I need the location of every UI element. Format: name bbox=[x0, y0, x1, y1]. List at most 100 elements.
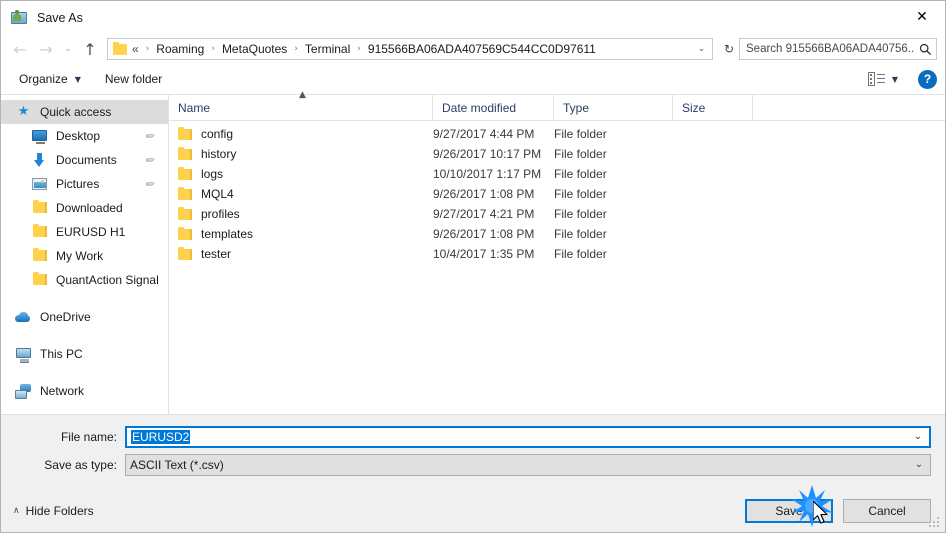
column-header-label: Date modified bbox=[442, 100, 517, 115]
breadcrumb-right: ⌄ bbox=[693, 44, 710, 54]
back-button[interactable]: ← bbox=[7, 36, 33, 62]
file-name-label: tester bbox=[201, 247, 232, 261]
sort-ascending-icon: ▲ bbox=[299, 90, 306, 100]
sidebar-item-this-pc[interactable]: This PC bbox=[1, 342, 168, 366]
pin-icon[interactable]: ✐ bbox=[142, 152, 157, 168]
new-folder-button[interactable]: New folder bbox=[101, 69, 170, 89]
column-header-size[interactable]: Size bbox=[673, 95, 753, 120]
sidebar-item-label: My Work bbox=[56, 249, 104, 263]
breadcrumb-item-metaquotes[interactable]: MetaQuotes bbox=[220, 41, 289, 57]
sidebar-item-desktop[interactable]: Desktop ✐ bbox=[1, 124, 168, 148]
type-cell: File folder bbox=[554, 247, 607, 261]
sidebar-item-eurusd-h1[interactable]: EURUSD H1 bbox=[1, 220, 168, 244]
file-name-label: logs bbox=[201, 167, 224, 181]
sidebar-item-pictures[interactable]: Pictures ✐ bbox=[1, 172, 168, 196]
chevron-right-icon: › bbox=[357, 44, 361, 54]
hide-folders-button[interactable]: ∧ Hide Folders bbox=[13, 504, 94, 518]
file-list: config 9/27/2017 4:44 PM File folder his… bbox=[169, 121, 945, 414]
breadcrumb-item-terminal[interactable]: Terminal bbox=[303, 41, 352, 57]
recent-locations-button[interactable]: ⌄ bbox=[59, 36, 77, 62]
pin-icon[interactable]: ✐ bbox=[142, 128, 157, 144]
sidebar-item-network[interactable]: Network bbox=[1, 379, 168, 403]
sidebar-item-label: EURUSD H1 bbox=[56, 225, 126, 239]
forward-button[interactable]: → bbox=[33, 36, 59, 62]
file-name-value[interactable]: EURUSD2 bbox=[127, 429, 907, 444]
documents-icon bbox=[31, 152, 48, 168]
sidebar-item-label: Network bbox=[40, 384, 85, 398]
search-input[interactable]: Search 915566BA06ADA40756... bbox=[740, 43, 914, 55]
file-name-input[interactable]: EURUSD2 ⌄ bbox=[125, 425, 931, 448]
file-name-label: File name: bbox=[60, 429, 117, 444]
cancel-button[interactable]: Cancel bbox=[843, 498, 931, 523]
pin-icon[interactable]: ✐ bbox=[142, 176, 157, 192]
date-modified-cell: 9/26/2017 1:08 PM bbox=[433, 227, 535, 241]
organize-label: Organize bbox=[19, 72, 68, 86]
sidebar-item-my-work[interactable]: My Work bbox=[1, 244, 168, 268]
up-button[interactable]: ↑ bbox=[77, 36, 103, 62]
view-options-button[interactable]: ▼ bbox=[864, 69, 902, 89]
window-title: Save As bbox=[37, 10, 83, 25]
address-bar: ← → ⌄ ↑ « › Roaming › MetaQuotes › Termi… bbox=[1, 34, 945, 64]
file-name-selected-text: EURUSD2 bbox=[131, 429, 191, 444]
file-name-label: history bbox=[201, 147, 237, 161]
date-modified-cell: 10/10/2017 1:17 PM bbox=[433, 167, 542, 181]
column-header-type[interactable]: Type bbox=[554, 95, 673, 120]
file-name-cell: config bbox=[169, 127, 433, 141]
new-folder-label: New folder bbox=[104, 72, 163, 86]
help-button[interactable]: ? bbox=[918, 69, 937, 89]
search-box[interactable]: Search 915566BA06ADA40756... bbox=[739, 38, 937, 60]
chevron-down-icon: ▼ bbox=[74, 74, 81, 84]
sidebar-item-downloaded[interactable]: Downloaded bbox=[1, 196, 168, 220]
table-row[interactable]: config 9/27/2017 4:44 PM File folder bbox=[169, 124, 945, 144]
breadcrumb-lead[interactable]: « bbox=[131, 41, 141, 57]
save-form: File name: EURUSD2 ⌄ Save as type: ASCII… bbox=[1, 414, 945, 489]
folder-icon bbox=[31, 224, 48, 240]
date-modified-cell: 10/4/2017 1:35 PM bbox=[433, 247, 535, 261]
column-header-name[interactable]: Name ▲ bbox=[169, 90, 433, 120]
sidebar-item-label: Quick access bbox=[40, 105, 112, 119]
save-button[interactable]: Save bbox=[745, 498, 833, 523]
refresh-icon[interactable]: ↻ bbox=[719, 42, 739, 56]
chevron-down-icon[interactable]: ⌄ bbox=[693, 44, 710, 54]
folder-icon bbox=[178, 147, 193, 160]
sidebar-item-documents[interactable]: Documents ✐ bbox=[1, 148, 168, 172]
file-name-label: MQL4 bbox=[201, 187, 234, 201]
table-row[interactable]: MQL4 9/26/2017 1:08 PM File folder bbox=[169, 184, 945, 204]
folder-icon bbox=[178, 127, 193, 140]
type-cell: File folder bbox=[554, 167, 607, 181]
column-header-label: Size bbox=[682, 100, 706, 115]
sidebar-item-onedrive[interactable]: OneDrive bbox=[1, 305, 168, 329]
chevron-right-icon: › bbox=[211, 44, 215, 54]
navigation-pane: ★ Quick access Desktop ✐ Documents ✐ Pic… bbox=[1, 95, 169, 414]
file-name-label: profiles bbox=[201, 207, 240, 221]
chevron-down-icon[interactable]: ⌄ bbox=[907, 431, 929, 442]
type-cell: File folder bbox=[554, 227, 607, 241]
save-as-type-select[interactable]: ASCII Text (*.csv) ⌄ bbox=[125, 453, 931, 476]
title-bar: Save As ✕ bbox=[1, 1, 945, 34]
date-modified-cell: 9/26/2017 1:08 PM bbox=[433, 187, 535, 201]
organize-button[interactable]: Organize ▼ bbox=[15, 69, 89, 89]
breadcrumb-item-roaming[interactable]: Roaming bbox=[154, 41, 206, 57]
breadcrumb[interactable]: « › Roaming › MetaQuotes › Terminal › 91… bbox=[107, 38, 713, 60]
sidebar-item-label: Documents bbox=[56, 153, 117, 167]
resize-grip-icon[interactable] bbox=[929, 517, 941, 529]
table-row[interactable]: logs 10/10/2017 1:17 PM File folder bbox=[169, 164, 945, 184]
breadcrumb-item-instance[interactable]: 915566BA06ADA407569C544CC0D97611 bbox=[366, 41, 598, 57]
table-row[interactable]: history 9/26/2017 10:17 PM File folder bbox=[169, 144, 945, 164]
chevron-down-icon[interactable]: ⌄ bbox=[908, 459, 930, 470]
dialog-body: ★ Quick access Desktop ✐ Documents ✐ Pic… bbox=[1, 90, 945, 414]
chevron-right-icon: › bbox=[145, 44, 150, 54]
file-name-cell: tester bbox=[169, 247, 433, 261]
table-row[interactable]: tester 10/4/2017 1:35 PM File folder bbox=[169, 244, 945, 264]
search-icon[interactable] bbox=[914, 43, 936, 56]
folder-icon bbox=[178, 167, 193, 180]
sidebar-item-quick-access[interactable]: ★ Quick access bbox=[1, 100, 168, 124]
table-row[interactable]: templates 9/26/2017 1:08 PM File folder bbox=[169, 224, 945, 244]
dialog-footer: ∧ Hide Folders Save Cancel bbox=[1, 489, 945, 532]
close-icon[interactable]: ✕ bbox=[899, 1, 945, 32]
file-name-cell: MQL4 bbox=[169, 187, 433, 201]
table-row[interactable]: profiles 9/27/2017 4:21 PM File folder bbox=[169, 204, 945, 224]
sidebar-item-quantaction-signal[interactable]: QuantAction Signal bbox=[1, 268, 168, 292]
column-header-date-modified[interactable]: Date modified bbox=[433, 95, 554, 120]
